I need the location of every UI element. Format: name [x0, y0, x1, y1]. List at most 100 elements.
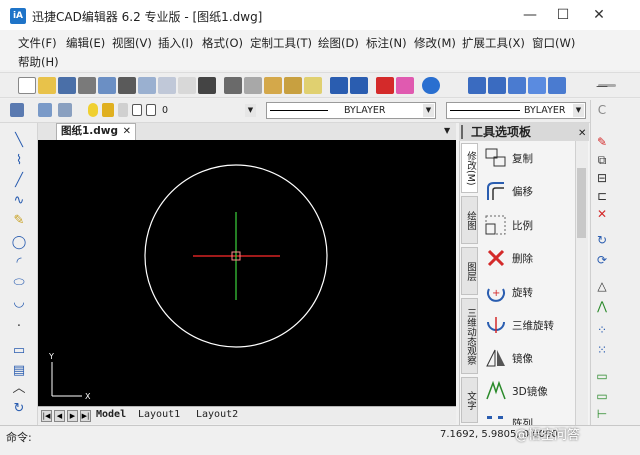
palette-item-rotate[interactable]: + 旋转	[484, 279, 576, 305]
delete-tool-icon[interactable]: ✕	[593, 206, 611, 222]
menu-dimension[interactable]: 标注(N)	[366, 35, 407, 51]
mirror2-tool-icon[interactable]: △	[593, 278, 611, 294]
array-tool-icon[interactable]: ⁘	[593, 322, 611, 338]
layer-manager-icon[interactable]	[10, 103, 24, 117]
find-icon[interactable]	[198, 77, 216, 94]
close-button[interactable]: ✕	[589, 5, 609, 25]
copy-clip-icon[interactable]	[244, 77, 262, 94]
close-icon[interactable]: ✕	[123, 124, 131, 139]
menu-ext-tools[interactable]: 扩展工具(X)	[462, 35, 525, 51]
text-scale-icon[interactable]	[548, 77, 566, 94]
copy-tool-icon[interactable]: ⧉	[593, 152, 611, 168]
undo-icon[interactable]	[330, 77, 348, 94]
menu-format[interactable]: 格式(O)	[202, 35, 243, 51]
palette-tab-modify[interactable]: 修改(M)	[461, 143, 478, 193]
palette-tab-layer[interactable]: 图层	[461, 247, 478, 295]
first-tab-icon[interactable]: |◀	[41, 410, 52, 422]
rectangle-icon[interactable]: ▭	[10, 343, 28, 359]
save-icon[interactable]	[58, 77, 76, 94]
palette-item-rotate-3d[interactable]: 三维旋转	[484, 312, 576, 338]
text-icon[interactable]	[488, 77, 506, 94]
print-icon[interactable]	[118, 77, 136, 94]
palette-tab-text[interactable]: 文字	[461, 377, 478, 423]
pencil-icon[interactable]: ✎	[10, 213, 28, 229]
expand-icon[interactable]: ︿	[10, 381, 28, 397]
palette-item-array[interactable]: 阵列	[484, 410, 576, 425]
mirror-tool-icon[interactable]: ⊟	[593, 170, 611, 186]
open-folder-icon[interactable]	[38, 77, 56, 94]
palette-tab-3d-orbit[interactable]: 三维动态观察	[461, 298, 478, 374]
lineweight-select[interactable]: BYLAYER ▼	[446, 102, 586, 119]
menu-edit[interactable]: 编辑(E)	[66, 35, 105, 51]
move-tool-icon[interactable]: ▭	[593, 368, 611, 384]
erase-tool-icon[interactable]: ✎	[593, 134, 611, 150]
menu-window[interactable]: 窗口(W)	[532, 35, 575, 51]
new-file-icon[interactable]	[18, 77, 36, 94]
toolbar-refresh-icon[interactable]: C	[593, 102, 611, 118]
tab-model[interactable]: Model	[96, 409, 126, 420]
paste-icon[interactable]	[264, 77, 282, 94]
help-icon[interactable]	[422, 77, 440, 94]
layer-match-icon[interactable]	[58, 103, 72, 117]
spline-icon[interactable]: ∿	[10, 193, 28, 209]
ellipse-icon[interactable]: ⬭	[10, 275, 28, 291]
palette-item-delete[interactable]: 删除	[484, 245, 576, 271]
layer-previous-icon[interactable]	[38, 103, 52, 117]
ellipse-arc-icon[interactable]: ◡	[10, 295, 28, 311]
palette-grip-icon[interactable]	[461, 125, 465, 139]
offset-tool-icon[interactable]: ⊏	[593, 188, 611, 204]
erase-icon[interactable]	[376, 77, 394, 94]
circle-icon[interactable]: ◯	[10, 235, 28, 251]
palette-close-icon[interactable]: ✕	[578, 128, 586, 139]
document-tab[interactable]: 图纸1.dwg ✕	[56, 123, 136, 140]
next-tab-icon[interactable]: ▶	[67, 410, 78, 422]
tab-layout1[interactable]: Layout1	[138, 409, 180, 420]
match-properties-icon[interactable]	[304, 77, 322, 94]
hatch-icon[interactable]: ▤	[10, 363, 28, 379]
minimize-button[interactable]: —	[520, 5, 540, 25]
refresh-icon[interactable]: ↻	[10, 401, 28, 417]
print-preview-icon[interactable]	[98, 77, 116, 94]
palette-tab-draw[interactable]: 绘图	[461, 196, 478, 244]
palette-item-offset[interactable]: 偏移	[484, 178, 576, 204]
mirror3d-tool-icon[interactable]: ⋀	[593, 298, 611, 314]
menu-draw[interactable]: 绘图(D)	[318, 35, 359, 51]
trim-tool-icon[interactable]: ⊢	[593, 406, 611, 422]
layer-select[interactable]: 0 ▼	[158, 102, 258, 119]
palette-scroll-thumb[interactable]	[577, 168, 586, 238]
publish-icon[interactable]	[158, 77, 176, 94]
menu-modify[interactable]: 修改(M)	[414, 35, 456, 51]
palette-item-copy[interactable]: 复制	[484, 145, 576, 171]
cut-icon[interactable]	[224, 77, 242, 94]
text-find-icon[interactable]	[528, 77, 546, 94]
palette-item-mirror-3d[interactable]: 3D镜像	[484, 378, 576, 404]
text-edit-icon[interactable]	[508, 77, 526, 94]
rotate-tool-icon[interactable]: ↻	[593, 232, 611, 248]
menu-help[interactable]: 帮助(H)	[18, 54, 59, 70]
menu-file[interactable]: 文件(F)	[18, 35, 57, 51]
text-style-icon[interactable]	[468, 77, 486, 94]
line-icon[interactable]: ╲	[10, 133, 28, 149]
menu-view[interactable]: 视图(V)	[112, 35, 152, 51]
array3d-tool-icon[interactable]: ⁙	[593, 342, 611, 358]
redo-icon[interactable]	[350, 77, 368, 94]
stretch-tool-icon[interactable]: ▭	[593, 388, 611, 404]
polyline-icon[interactable]: ⌇	[10, 153, 28, 169]
toolbar-handle-icon[interactable]: —	[593, 78, 611, 94]
maximize-button[interactable]: ☐	[553, 5, 573, 25]
plot-preview-icon[interactable]	[138, 77, 156, 94]
paste-special-icon[interactable]	[284, 77, 302, 94]
last-tab-icon[interactable]: ▶|	[80, 410, 91, 422]
tab-layout2[interactable]: Layout2	[196, 409, 238, 420]
palette-item-mirror[interactable]: 镜像	[484, 345, 576, 371]
purge-icon[interactable]	[396, 77, 414, 94]
save-as-icon[interactable]	[78, 77, 96, 94]
menu-insert[interactable]: 插入(I)	[158, 35, 193, 51]
palette-item-scale[interactable]: 比例	[484, 212, 576, 238]
spell-check-icon[interactable]	[178, 77, 196, 94]
drawing-canvas[interactable]: Y X	[38, 140, 456, 406]
prev-tab-icon[interactable]: ◀	[54, 410, 65, 422]
tab-list-chevron-icon[interactable]: ▼	[444, 126, 450, 135]
point-icon[interactable]: ·	[10, 319, 28, 335]
linetype-select[interactable]: BYLAYER ▼	[266, 102, 436, 119]
